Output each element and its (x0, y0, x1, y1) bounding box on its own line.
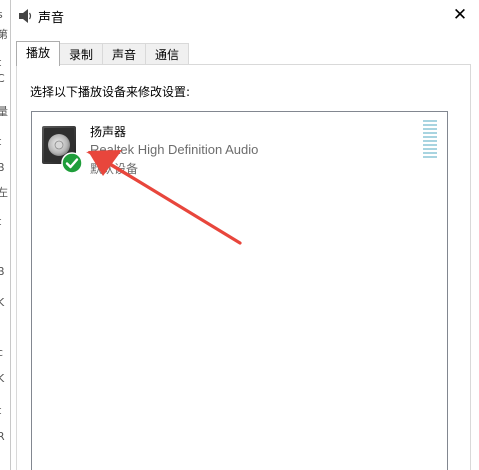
background-glyph: t (0, 404, 1, 417)
device-list[interactable]: 扬声器 Realtek High Definition Audio 默认设备 (31, 111, 448, 470)
close-button[interactable]: ✕ (440, 0, 479, 30)
check-icon (61, 152, 83, 174)
background-glyph: 量 (0, 105, 8, 118)
tab-sounds[interactable]: 声音 (102, 43, 147, 66)
sound-dialog: 声音 ✕ 播放 录制 声音 通信 选择以下播放设备来修改设置: 扬声器 Real… (10, 0, 479, 470)
background-glyph: C (0, 72, 5, 85)
speaker-icon (19, 9, 32, 23)
device-description: Realtek High Definition Audio (90, 142, 259, 157)
instruction-text: 选择以下播放设备来修改设置: (30, 85, 191, 99)
screenshot-stage: s 第 t C 量 t B 左 t B K c K t R 声音 ✕ 播放 录制… (0, 0, 479, 470)
background-glyph: t (0, 56, 1, 69)
tab-communications[interactable]: 通信 (145, 43, 190, 66)
background-glyph: t (0, 215, 1, 228)
device-name: 扬声器 (90, 125, 127, 139)
background-glyph: c (0, 346, 4, 359)
background-glyph: B (0, 161, 5, 174)
background-glyph: 左 (0, 186, 8, 199)
background-glyph: s (0, 8, 3, 21)
tab-strip: 播放 录制 声音 通信 (16, 41, 190, 66)
background-glyph: K (0, 296, 5, 309)
tab-recording[interactable]: 录制 (59, 43, 104, 66)
background-glyph: K (0, 372, 5, 385)
background-glyph: t (0, 135, 1, 148)
device-status: 默认设备 (90, 162, 139, 176)
title-bar[interactable]: 声音 ✕ (11, 0, 479, 32)
window-title: 声音 (38, 11, 65, 26)
background-glyph: R (0, 430, 5, 443)
tab-playback[interactable]: 播放 (16, 41, 61, 66)
background-glyph: B (0, 265, 5, 278)
device-item-speaker[interactable]: 扬声器 Realtek High Definition Audio 默认设备 (38, 120, 438, 180)
playback-panel: 选择以下播放设备来修改设置: 扬声器 Realtek High Definiti… (16, 64, 471, 470)
volume-level-meter (423, 120, 437, 160)
background-glyph: 第 (0, 28, 8, 41)
